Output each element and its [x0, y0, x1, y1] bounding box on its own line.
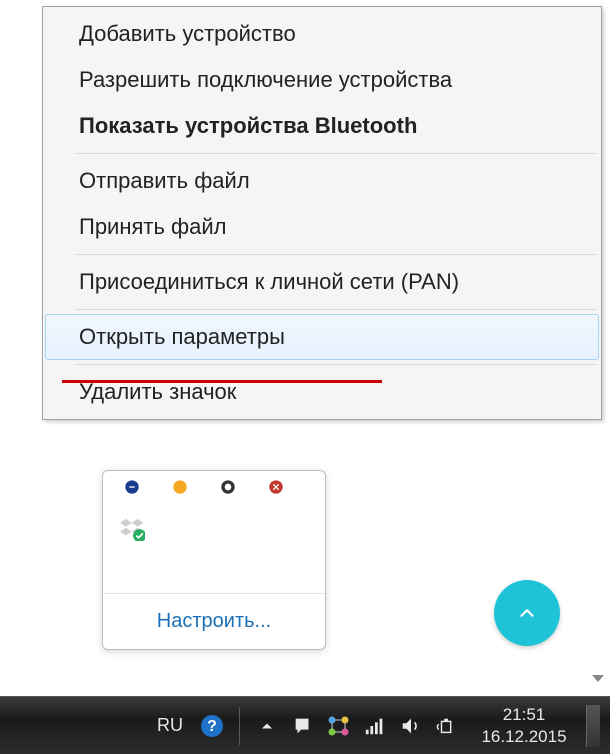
show-desktop-button[interactable]: [586, 705, 600, 747]
show-hidden-icons-icon[interactable]: [254, 713, 280, 739]
taskbar: RU ?: [0, 696, 610, 754]
menu-remove-icon[interactable]: Удалить значок: [45, 369, 599, 415]
menu-separator: [75, 153, 597, 154]
tray-configure-link[interactable]: Настроить...: [103, 594, 325, 649]
menu-send-file[interactable]: Отправить файл: [45, 158, 599, 204]
page-scrollbar[interactable]: [588, 470, 608, 690]
clock-date: 16.12.2015: [476, 726, 572, 747]
taskbar-divider: [239, 707, 240, 745]
menu-separator: [75, 254, 597, 255]
help-icon[interactable]: ?: [199, 713, 225, 739]
menu-open-settings[interactable]: Открыть параметры: [45, 314, 599, 360]
clock-time: 21:51: [476, 704, 572, 725]
scroll-down-icon: [592, 675, 604, 682]
tray-icon-generic[interactable]: [263, 479, 289, 505]
tray-icon-generic[interactable]: [119, 479, 145, 505]
tray-icons-row: [103, 507, 325, 543]
menu-separator: [75, 364, 597, 365]
svg-text:?: ?: [207, 718, 217, 735]
tray-overflow-popup: Настроить...: [102, 470, 326, 650]
action-center-icon[interactable]: [290, 713, 316, 739]
language-indicator[interactable]: RU: [157, 715, 183, 736]
menu-separator: [75, 309, 597, 310]
menu-show-bluetooth-devices[interactable]: Показать устройства Bluetooth: [45, 103, 599, 149]
network-icon[interactable]: [326, 713, 352, 739]
menu-receive-file[interactable]: Принять файл: [45, 204, 599, 250]
annotation-underline: [62, 380, 382, 383]
scroll-top-button[interactable]: [494, 580, 560, 646]
menu-join-pan[interactable]: Присоединиться к личной сети (PAN): [45, 259, 599, 305]
bluetooth-context-menu: Добавить устройство Разрешить подключени…: [42, 6, 602, 420]
menu-allow-connection[interactable]: Разрешить подключение устройства: [45, 57, 599, 103]
tray-icons-row: [103, 471, 325, 507]
taskbar-clock[interactable]: 21:51 16.12.2015: [476, 704, 572, 747]
dropbox-icon[interactable]: [119, 515, 145, 541]
power-icon[interactable]: [434, 713, 460, 739]
chevron-up-icon: [516, 602, 538, 624]
tray-icon-generic[interactable]: [215, 479, 241, 505]
volume-icon[interactable]: [398, 713, 424, 739]
tray-icon-generic[interactable]: [167, 479, 193, 505]
menu-add-device[interactable]: Добавить устройство: [45, 11, 599, 57]
signal-icon[interactable]: [362, 713, 388, 739]
